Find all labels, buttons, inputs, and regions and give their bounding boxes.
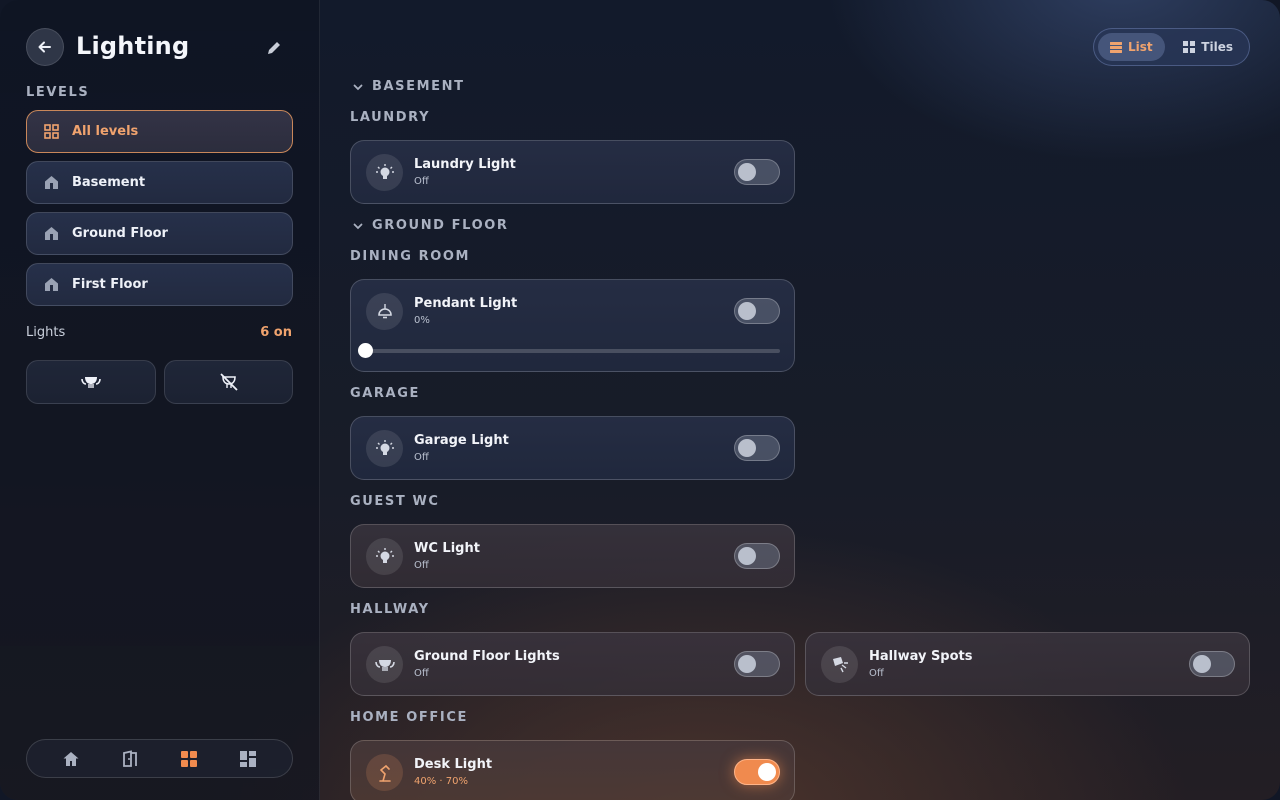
- all-lights-on-button[interactable]: [26, 360, 156, 404]
- level-label: First Floor: [72, 277, 148, 292]
- tiles-view-button[interactable]: Tiles: [1171, 33, 1245, 61]
- toggle-knob: [738, 302, 756, 320]
- light-toggle[interactable]: [734, 759, 780, 785]
- brightness-slider-handle[interactable]: [358, 343, 373, 358]
- light-state: Off: [414, 560, 429, 571]
- light-name: Desk Light: [414, 757, 493, 772]
- level-label: Basement: [72, 175, 146, 190]
- light-state: 40% · 70%: [414, 776, 468, 787]
- light-card-hallway-spots[interactable]: Hallway Spots Off: [805, 632, 1250, 696]
- bulb-icon: [366, 538, 403, 575]
- arrow-left-icon: [38, 41, 51, 53]
- toggle-knob: [738, 547, 756, 565]
- nav-lighting[interactable]: [177, 747, 201, 771]
- all-lights-off-button[interactable]: [164, 360, 293, 404]
- lights-on-icon: [81, 377, 101, 388]
- toggle-knob: [738, 439, 756, 457]
- grid-icon: [181, 750, 198, 767]
- toggle-knob: [738, 163, 756, 181]
- level-label: All levels: [72, 124, 139, 139]
- level-ground-floor[interactable]: Ground Floor: [26, 212, 293, 255]
- light-group-icon: [366, 646, 403, 683]
- pendant-icon: [366, 293, 403, 330]
- level-first-floor[interactable]: First Floor: [26, 263, 293, 306]
- nav-areas[interactable]: [118, 747, 142, 771]
- light-toggle[interactable]: [734, 298, 780, 324]
- light-toggle[interactable]: [734, 435, 780, 461]
- light-state: Off: [414, 452, 429, 463]
- bulb-icon: [366, 430, 403, 467]
- toggle-knob: [738, 655, 756, 673]
- home-level-icon: [43, 175, 59, 191]
- light-name: Ground Floor Lights: [414, 649, 560, 664]
- desk-lamp-icon: [366, 754, 403, 791]
- lights-off-icon: [219, 373, 238, 391]
- chevron-down-icon: [352, 81, 364, 93]
- bulb-icon: [366, 154, 403, 191]
- door-icon: [122, 749, 137, 767]
- dashboard-icon: [240, 750, 257, 767]
- light-toggle[interactable]: [734, 651, 780, 677]
- brightness-slider-track[interactable]: [365, 349, 780, 353]
- nav-dashboard[interactable]: [236, 747, 260, 771]
- level-all-levels[interactable]: All levels: [26, 110, 293, 153]
- light-toggle[interactable]: [734, 159, 780, 185]
- lights-label: Lights: [26, 325, 66, 340]
- tiles-icon: [1183, 41, 1196, 53]
- light-toggle[interactable]: [734, 543, 780, 569]
- group-label: BASEMENT: [372, 79, 465, 94]
- light-card-garage-light[interactable]: Garage Light Off: [350, 416, 795, 480]
- home-level-icon: [43, 226, 59, 242]
- group-header-basement[interactable]: BASEMENT: [352, 79, 465, 94]
- light-name: WC Light: [414, 541, 480, 556]
- level-label: Ground Floor: [72, 226, 168, 241]
- light-card-ground-floor-lights[interactable]: Ground Floor Lights Off: [350, 632, 795, 696]
- light-state: Off: [414, 668, 429, 679]
- level-basement[interactable]: Basement: [26, 161, 293, 204]
- light-state: Off: [869, 668, 884, 679]
- home-level-icon: [43, 277, 59, 293]
- tiles-view-label: Tiles: [1201, 40, 1233, 54]
- group-label: GROUND FLOOR: [372, 218, 509, 233]
- light-state: 0%: [414, 315, 430, 326]
- bottom-nav: [26, 739, 293, 778]
- app-window: Lighting LEVELS All levels Basement Grou…: [0, 0, 1280, 800]
- chevron-down-icon: [352, 220, 364, 232]
- light-toggle[interactable]: [1189, 651, 1235, 677]
- view-toggle: List Tiles: [1093, 28, 1250, 66]
- grid-icon: [43, 124, 59, 140]
- light-name: Hallway Spots: [869, 649, 973, 664]
- list-view-button[interactable]: List: [1098, 33, 1166, 61]
- light-card-wc-light[interactable]: WC Light Off: [350, 524, 795, 588]
- room-header-hallway: HALLWAY: [350, 602, 430, 617]
- nav-home[interactable]: [59, 747, 83, 771]
- light-card-laundry-light[interactable]: Laundry Light Off: [350, 140, 795, 204]
- back-button[interactable]: [26, 28, 64, 66]
- toggle-knob: [1193, 655, 1211, 673]
- page-title: Lighting: [76, 32, 190, 60]
- home-icon: [63, 751, 79, 766]
- group-header-ground-floor[interactable]: GROUND FLOOR: [352, 218, 509, 233]
- sidebar: Lighting LEVELS All levels Basement Grou…: [0, 0, 320, 800]
- light-name: Pendant Light: [414, 296, 518, 311]
- room-header-guest-wc: GUEST WC: [350, 494, 440, 509]
- light-card-pendant-light[interactable]: Pendant Light 0%: [350, 279, 795, 372]
- levels-label: LEVELS: [26, 85, 90, 100]
- room-header-dining-room: DINING ROOM: [350, 249, 471, 264]
- toggle-knob: [758, 763, 776, 781]
- room-header-laundry: LAUNDRY: [350, 110, 431, 125]
- light-state: Off: [414, 176, 429, 187]
- pencil-icon: [268, 42, 280, 54]
- spotlight-icon: [821, 646, 858, 683]
- list-view-label: List: [1128, 40, 1153, 54]
- room-header-garage: GARAGE: [350, 386, 420, 401]
- light-name: Garage Light: [414, 433, 509, 448]
- light-card-desk-light[interactable]: Desk Light 40% · 70%: [350, 740, 795, 800]
- room-header-home-office: HOME OFFICE: [350, 710, 468, 725]
- lights-on-count: 6 on: [260, 325, 292, 340]
- edit-button[interactable]: [262, 36, 286, 60]
- light-name: Laundry Light: [414, 157, 516, 172]
- list-icon: [1110, 41, 1122, 53]
